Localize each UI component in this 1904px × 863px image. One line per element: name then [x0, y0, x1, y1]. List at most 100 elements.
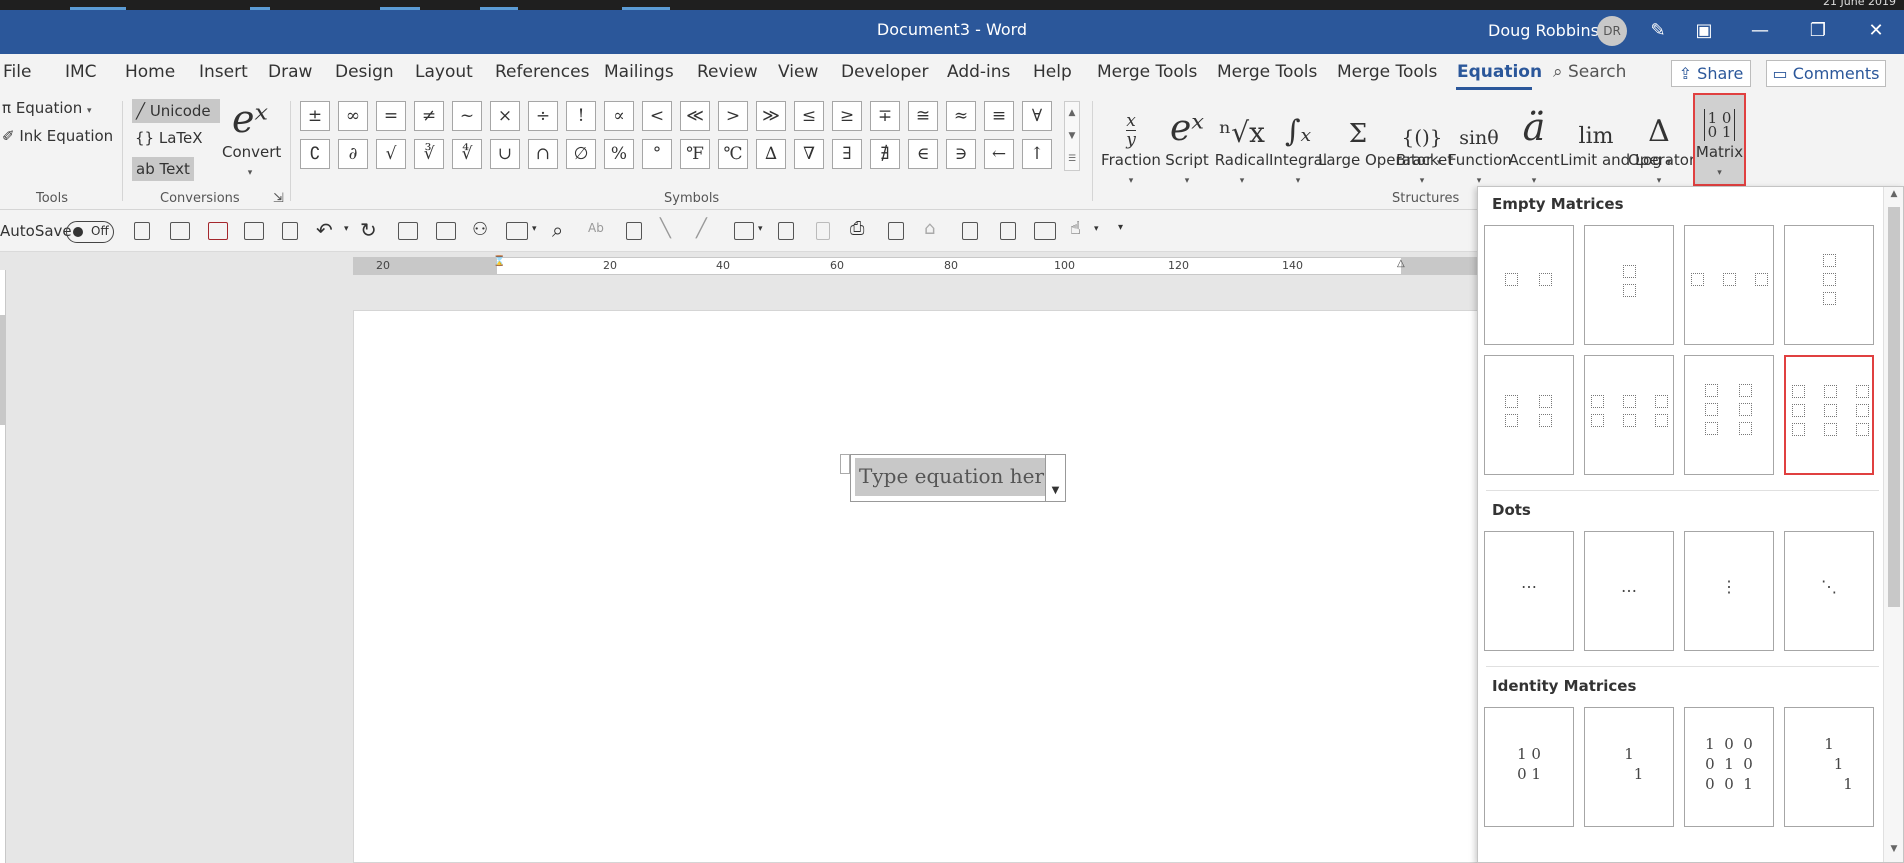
chevron-down-icon[interactable]: ▾	[532, 224, 537, 234]
symbol-much-greater[interactable]: ≫	[756, 101, 786, 131]
scroll-up-icon[interactable]: ▲	[1884, 189, 1904, 205]
equation-button[interactable]: π Equation ▾	[2, 99, 92, 117]
merge-document-icon[interactable]	[1000, 222, 1016, 240]
symbol-celsius[interactable]: ℃	[718, 139, 748, 169]
share-button[interactable]: ⇪ Share	[1671, 60, 1751, 87]
symbol-left-arrow[interactable]: ←	[984, 139, 1014, 169]
chevron-down-icon[interactable]: ▾	[758, 224, 763, 234]
symbol-less-than[interactable]: <	[642, 101, 672, 131]
tab-imc[interactable]: IMC	[65, 62, 97, 82]
symbol-plus-minus[interactable]: ±	[300, 101, 330, 131]
symbol-cube-root[interactable]: ∛	[414, 139, 444, 169]
symbol-intersection[interactable]: ∩	[528, 139, 558, 169]
symbol-increment[interactable]: ∆	[756, 139, 786, 169]
convert-button[interactable]: eˣ Convert ▾	[222, 91, 281, 179]
scroll-thumb[interactable]	[1888, 207, 1900, 607]
tab-draw[interactable]: Draw	[268, 62, 312, 82]
latex-button[interactable]: {} LaTeX	[135, 129, 203, 147]
info-document-icon[interactable]	[778, 222, 794, 240]
restore-button[interactable]: ❐	[1794, 14, 1842, 48]
tab-merge-tools-1[interactable]: Merge Tools	[1097, 62, 1197, 82]
tab-review[interactable]: Review	[697, 62, 758, 82]
symbol-up-arrow[interactable]: ↑	[1022, 139, 1052, 169]
tab-developer[interactable]: Developer	[841, 62, 928, 82]
scroll-down-icon[interactable]: ▼	[1065, 125, 1079, 148]
folder-icon[interactable]	[244, 222, 264, 240]
new-document-icon[interactable]	[134, 222, 150, 240]
text-button[interactable]: ab Text	[132, 157, 194, 181]
table-icon[interactable]	[506, 222, 528, 240]
tab-insert[interactable]: Insert	[199, 62, 248, 82]
symbol-not-equal[interactable]: ≠	[414, 101, 444, 131]
symbol-element-of[interactable]: ∈	[908, 139, 938, 169]
touch-mode-icon[interactable]: ☝	[1070, 218, 1081, 239]
open-folder-icon[interactable]	[170, 222, 190, 240]
hierarchy-icon[interactable]: ⚇	[472, 219, 488, 240]
identity-matrix-3x3-sparse[interactable]: 1 1 1	[1784, 707, 1874, 827]
dialog-icon[interactable]	[398, 222, 418, 240]
presentation-icon[interactable]: ⌂	[924, 218, 935, 239]
dots-baseline-horizontal[interactable]: …	[1584, 531, 1674, 651]
scroll-down-icon[interactable]: ▼	[1884, 844, 1904, 860]
tab-help[interactable]: Help	[1033, 62, 1072, 82]
symbol-not-exists[interactable]: ∄	[870, 139, 900, 169]
tab-home[interactable]: Home	[125, 62, 175, 82]
symbol-identical[interactable]: ≡	[984, 101, 1014, 131]
symbol-congruent[interactable]: ≅	[908, 101, 938, 131]
matrix-empty-1x2[interactable]	[1484, 225, 1574, 345]
symbol-times[interactable]: ×	[490, 101, 520, 131]
matrix-empty-2x2[interactable]	[1484, 355, 1574, 475]
field-icon[interactable]	[734, 222, 754, 240]
tab-merge-tools-2[interactable]: Merge Tools	[1217, 62, 1317, 82]
matrix-empty-3x3[interactable]	[1784, 355, 1874, 475]
tab-design[interactable]: Design	[335, 62, 394, 82]
symbol-nabla[interactable]: ∇	[794, 139, 824, 169]
equation-options-chevron-icon[interactable]: ▼	[1045, 455, 1065, 501]
symbol-divide[interactable]: ÷	[528, 101, 558, 131]
find-icon[interactable]: ⌕	[552, 218, 563, 242]
symbol-greater-equal[interactable]: ≥	[832, 101, 862, 131]
document-page[interactable]	[353, 310, 1503, 863]
ink-equation-button[interactable]: ✐ Ink Equation	[2, 127, 113, 145]
edit-icon[interactable]	[436, 222, 456, 240]
symbol-fourth-root[interactable]: ∜	[452, 139, 482, 169]
spelling-icon[interactable]: Ab	[588, 221, 604, 235]
tab-merge-tools-3[interactable]: Merge Tools	[1337, 62, 1437, 82]
symbol-tilde[interactable]: ~	[452, 101, 482, 131]
symbol-percent[interactable]: %	[604, 139, 634, 169]
dots-vertical[interactable]: ⋮	[1684, 531, 1774, 651]
tab-add-ins[interactable]: Add-ins	[947, 62, 1010, 82]
autosave-toggle[interactable]: Off	[66, 221, 114, 243]
function-button[interactable]: sinθ Function ▾	[1448, 91, 1512, 187]
symbol-less-equal[interactable]: ≤	[794, 101, 824, 131]
accent-button[interactable]: ä Accent ▾	[1508, 91, 1560, 187]
page-icon[interactable]	[282, 222, 298, 240]
matrix-empty-3x1[interactable]	[1784, 225, 1874, 345]
tab-equation[interactable]: Equation	[1457, 62, 1542, 82]
identity-matrix-2x2-sparse[interactable]: 1 1	[1584, 707, 1674, 827]
search-box[interactable]: ⌕ Search	[1553, 62, 1626, 82]
identity-matrix-2x2[interactable]: 1 0 0 1	[1484, 707, 1574, 827]
customize-qat-icon[interactable]: ▾	[1118, 222, 1123, 233]
fraction-button[interactable]: xy Fraction ▾	[1100, 91, 1162, 187]
document-icon[interactable]	[888, 222, 904, 240]
symbol-for-all[interactable]: ∀	[1022, 101, 1052, 131]
matrix-button-content[interactable]: 1 00 1 Matrix ▾	[1693, 91, 1746, 179]
user-name[interactable]: Doug Robbins	[1488, 21, 1599, 40]
bracket-button[interactable]: {()} Bracket ▾	[1396, 91, 1453, 187]
symbol-complement[interactable]: ∁	[300, 139, 330, 169]
symbol-exists[interactable]: ∃	[832, 139, 862, 169]
symbol-proportional[interactable]: ∝	[604, 101, 634, 131]
redo-icon[interactable]: ↻	[360, 218, 377, 242]
dots-diagonal[interactable]: ⋱	[1784, 531, 1874, 651]
chevron-down-icon[interactable]: ▾	[344, 224, 349, 234]
matrix-empty-2x1[interactable]	[1584, 225, 1674, 345]
tab-references[interactable]: References	[495, 62, 589, 82]
matrix-empty-1x3[interactable]	[1684, 225, 1774, 345]
dialog-launcher-icon[interactable]: ⇲	[273, 191, 284, 206]
symbol-infinity[interactable]: ∞	[338, 101, 368, 131]
document-icon[interactable]	[626, 222, 642, 240]
line-icon[interactable]: ╲	[660, 218, 671, 239]
equation-handle[interactable]	[840, 454, 850, 474]
symbol-sqrt[interactable]: √	[376, 139, 406, 169]
